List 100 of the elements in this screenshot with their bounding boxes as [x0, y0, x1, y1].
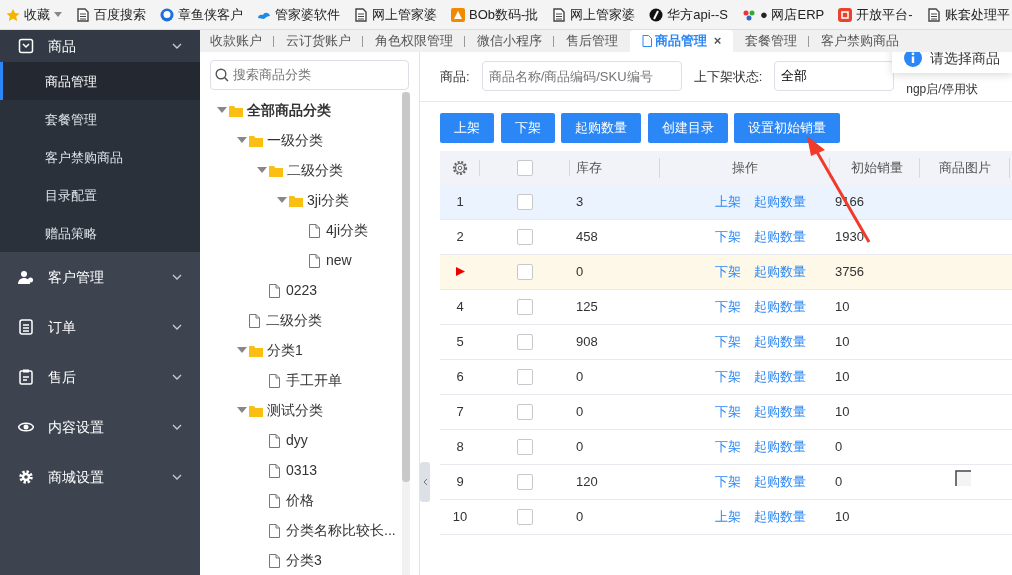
bookmark-link[interactable]: 收藏: [6, 4, 62, 25]
checkbox[interactable]: [516, 159, 533, 176]
collapse-handle[interactable]: [420, 461, 430, 502]
search-icon: [215, 67, 229, 82]
bookmark-link[interactable]: 管家婆软件: [257, 4, 340, 25]
chevron-icon: [172, 474, 182, 480]
checkbox[interactable]: [517, 193, 533, 210]
quantity-link[interactable]: 起购数量: [753, 437, 806, 457]
bookmark-link[interactable]: 网上管家婆: [354, 4, 437, 25]
tab[interactable]: 微信小程序: [465, 30, 554, 52]
folder-icon: [289, 194, 303, 207]
table-cell: 1930: [835, 229, 864, 245]
bookmark-link[interactable]: ● 网店ERP: [742, 4, 825, 25]
tree-item[interactable]: 3ji分类: [214, 185, 419, 216]
action-link[interactable]: 下架: [714, 262, 741, 282]
checkbox[interactable]: [517, 263, 533, 280]
action-link[interactable]: 下架: [714, 332, 741, 352]
tab[interactable]: 售后管理: [554, 30, 630, 52]
bookmark-link[interactable]: 网上管家婆: [552, 4, 636, 25]
quantity-link[interactable]: 起购数量: [753, 332, 806, 352]
tree-item[interactable]: 二级分类: [214, 305, 419, 336]
bookmark-link[interactable]: 华方api--S: [649, 4, 729, 25]
action-link[interactable]: 下架: [714, 227, 741, 247]
quantity-link[interactable]: 起购数量: [753, 297, 806, 317]
bookmark-link[interactable]: BOb数码-批: [451, 4, 539, 25]
sidebar-item[interactable]: 订单: [0, 302, 200, 352]
sidebar-item[interactable]: 内容设置: [0, 402, 200, 452]
action-link[interactable]: 下架: [714, 402, 741, 422]
table-cell: 2: [456, 229, 464, 245]
close-icon[interactable]: ×: [713, 30, 722, 52]
field-label: 商品:: [440, 67, 470, 86]
tree-item[interactable]: 分类1: [214, 335, 419, 366]
quantity-link[interactable]: 起购数量: [753, 472, 806, 492]
tab[interactable]: 云订货账户: [274, 30, 363, 52]
checkbox[interactable]: [517, 403, 533, 420]
tree-item[interactable]: 分类名称比较长...: [214, 515, 419, 546]
tree-item[interactable]: 4ji分类: [214, 215, 419, 246]
toolbar-button[interactable]: 下架: [500, 112, 555, 143]
quantity-link[interactable]: 起购数量: [753, 262, 806, 282]
checkbox[interactable]: [517, 228, 533, 245]
sidebar-subitem[interactable]: 商品管理: [0, 62, 200, 100]
action-link[interactable]: 下架: [714, 472, 741, 492]
action-link[interactable]: 上架: [714, 507, 741, 527]
tree-item[interactable]: 一级分类: [214, 125, 419, 156]
checkbox[interactable]: [517, 473, 533, 490]
page-icon: [354, 7, 368, 22]
checkbox[interactable]: [517, 333, 533, 350]
checkbox[interactable]: [517, 438, 533, 455]
toolbar-button[interactable]: 设置初始销量: [734, 112, 840, 143]
tab[interactable]: 收款账户: [200, 30, 274, 52]
scrollbar-thumb[interactable]: [402, 91, 410, 482]
file-icon: [249, 313, 260, 328]
sidebar-subitem[interactable]: 目录配置: [0, 176, 200, 214]
toolbar-button[interactable]: 起购数量: [561, 112, 641, 143]
table-cell: 5: [456, 334, 464, 350]
tab[interactable]: 客户禁购商品: [809, 30, 912, 52]
table-cell: 458: [576, 229, 598, 245]
tab[interactable]: 商品管理 ×: [630, 30, 734, 52]
sidebar-item[interactable]: 客户管理: [0, 252, 200, 302]
checkbox[interactable]: [517, 298, 533, 315]
quantity-link[interactable]: 起购数量: [753, 367, 806, 387]
bookmark-link[interactable]: 开放平台-: [838, 4, 913, 25]
table-cell: 0: [576, 509, 584, 525]
bookmark-link[interactable]: 百度搜索: [76, 4, 146, 25]
action-link[interactable]: 下架: [714, 367, 741, 387]
bookmark-link[interactable]: 章鱼侠客户: [160, 4, 243, 25]
tree-item[interactable]: 测试分类: [214, 395, 419, 426]
toolbar-button[interactable]: 上架: [440, 112, 494, 143]
sidebar-item[interactable]: 售后: [0, 352, 200, 402]
quantity-link[interactable]: 起购数量: [753, 227, 806, 247]
table-cell: 908: [576, 334, 598, 350]
tab[interactable]: 套餐管理: [733, 30, 810, 52]
checkbox[interactable]: [517, 508, 533, 525]
tree-item[interactable]: 0223: [214, 275, 419, 306]
search-field[interactable]: 搜索商品分类: [210, 59, 409, 90]
toolbar-button[interactable]: 创建目录: [647, 112, 728, 143]
tree-item[interactable]: 0313: [214, 455, 419, 486]
search-field[interactable]: 商品名称/商品编码/SKU编号: [481, 61, 682, 92]
bookmark-link[interactable]: 账套处理平: [926, 4, 1010, 25]
table-cell: 3756: [835, 264, 864, 280]
tree-item[interactable]: dyy: [214, 425, 419, 456]
tree-item[interactable]: 手工开单: [214, 365, 419, 396]
quantity-link[interactable]: 起购数量: [753, 507, 806, 527]
status-select[interactable]: 全部: [774, 61, 895, 92]
sidebar-item[interactable]: 商城设置: [0, 452, 200, 502]
tree-item[interactable]: new: [214, 245, 419, 276]
tree-item[interactable]: 全部商品分类: [214, 95, 419, 126]
tab[interactable]: 角色权限管理: [363, 30, 465, 52]
table-cell: 9: [456, 474, 464, 490]
table-cell: 0: [576, 264, 584, 280]
tree-item[interactable]: 分类3: [214, 545, 419, 575]
action-link[interactable]: 下架: [714, 297, 741, 317]
tree-item[interactable]: 二级分类: [214, 155, 419, 186]
sidebar-subitem[interactable]: 套餐管理: [0, 100, 200, 138]
sidebar-subitem[interactable]: 客户禁购商品: [0, 138, 200, 176]
checkbox[interactable]: [517, 368, 533, 385]
action-link[interactable]: 下架: [714, 437, 741, 457]
quantity-link[interactable]: 起购数量: [753, 402, 806, 422]
sidebar-subitem[interactable]: 赠品策略: [0, 214, 200, 252]
tree-item[interactable]: 价格: [214, 485, 419, 516]
